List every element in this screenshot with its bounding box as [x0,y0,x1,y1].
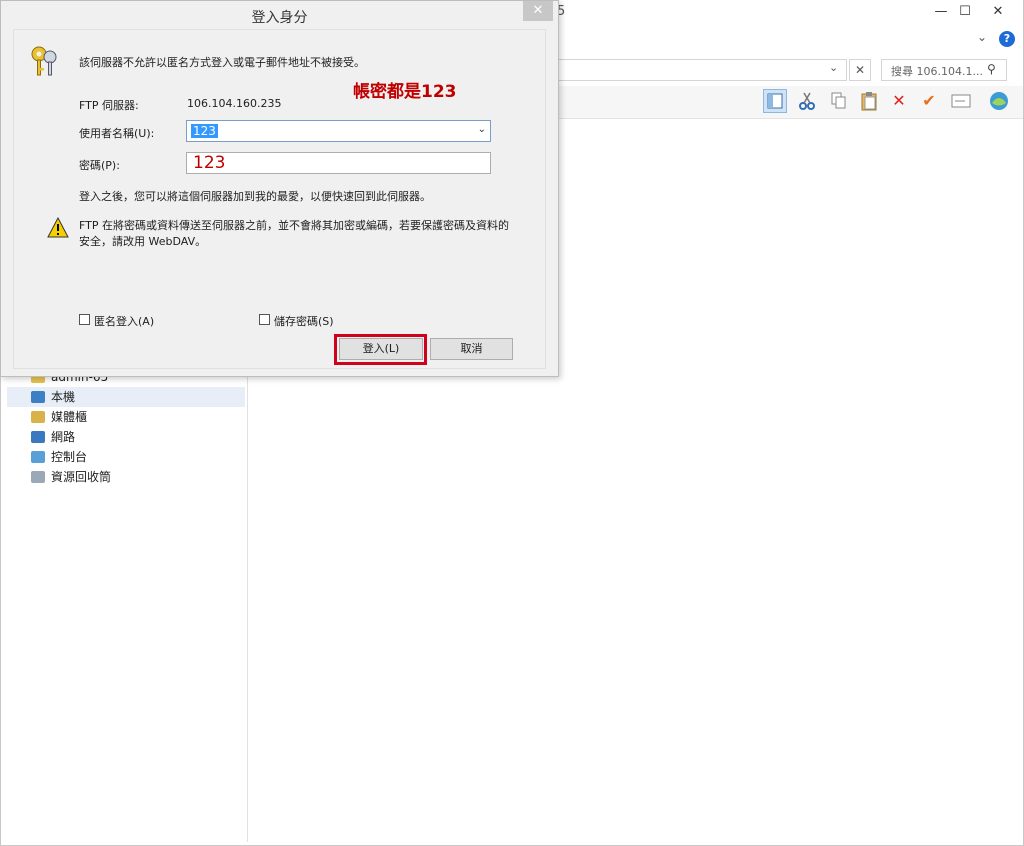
library-icon [31,411,45,423]
cut-icon[interactable] [795,89,819,113]
nav-item-libraries[interactable]: 媒體櫃 [31,408,87,426]
layout-icon[interactable] [763,89,787,113]
anonymous-login-label[interactable]: 匿名登入(A) [94,313,154,329]
username-combobox[interactable]: 123 ⌄ [186,120,491,142]
cancel-button[interactable]: 取消 [430,338,513,360]
warning-message-line1: FTP 在將密碼或資料傳送至伺服器之前，並不會將其加密或編碼，若要保護密碼及資料… [79,219,509,232]
nav-item-label: 網路 [51,430,76,444]
ftp-server-value: 106.104.160.235 [187,97,282,110]
warning-message-line2: 安全，請改用 WebDAV。 [79,235,207,248]
address-dropdown-icon[interactable]: ⌄ [829,61,838,74]
anonymous-login-checkbox[interactable] [79,314,90,325]
nav-item-this-pc[interactable]: 本機 [31,388,75,406]
dialog-title: 登入身分 [251,10,308,26]
nav-item-control-panel[interactable]: 控制台 [31,448,87,466]
password-field[interactable]: 123 [186,152,491,174]
copy-icon[interactable] [827,89,851,113]
search-placeholder: 搜尋 106.104.1... [891,65,983,78]
favorites-message: 登入之後，您可以將這個伺服器加到我的最愛，以便快速回到此伺服器。 [79,190,431,203]
ribbon-expand-chevron-icon[interactable]: ⌄ [977,30,987,44]
ftp-server-label: FTP 伺服器: [79,99,139,112]
nav-item-label: 本機 [51,390,76,404]
server-message: 該伺服器不允許以匿名方式登入或電子郵件地址不被接受。 [79,56,365,69]
recycle-bin-icon [31,471,45,483]
nav-item-recycle-bin[interactable]: 資源回收筒 [31,468,111,486]
nav-item-label: 媒體櫃 [51,410,88,424]
username-label: 使用者名稱(U): [79,127,155,140]
nav-item-network[interactable]: 網路 [31,428,75,446]
dialog-titlebar: 登入身分 ✕ [1,1,558,29]
login-dialog: 登入身分 ✕ 該伺服器不允許以匿名方式登入或電子郵件地址不被接受。 帳密都是12… [0,0,559,377]
paste-icon[interactable] [857,89,881,113]
computer-icon [31,391,45,403]
search-icon[interactable]: ⚲ [987,62,996,76]
save-password-checkbox[interactable] [259,314,270,325]
nav-item-label: 控制台 [51,450,88,464]
delete-icon[interactable]: ✕ [887,89,911,113]
check-icon[interactable]: ✔ [917,89,941,113]
share-icon[interactable] [987,89,1011,113]
key-icon [31,46,57,76]
username-value: 123 [191,124,218,138]
login-button-highlight [334,334,427,365]
rename-icon[interactable] [949,89,973,113]
save-password-label[interactable]: 儲存密碼(S) [274,313,334,329]
close-button[interactable]: ✕ [981,2,1015,22]
dialog-close-button[interactable]: ✕ [523,1,553,21]
nav-item-label: 資源回收筒 [51,470,112,484]
credentials-annotation: 帳密都是123 [353,82,457,102]
address-bar[interactable] [557,59,847,81]
address-clear-button[interactable]: ✕ [849,59,871,81]
chevron-down-icon[interactable]: ⌄ [478,124,486,135]
network-icon [31,431,45,443]
warning-icon [47,217,69,238]
password-annotation-value: 123 [193,153,226,173]
password-label: 密碼(P): [79,159,120,172]
control-panel-icon [31,451,45,463]
help-icon[interactable]: ? [999,31,1015,47]
maximize-button[interactable]: ☐ [951,2,979,22]
